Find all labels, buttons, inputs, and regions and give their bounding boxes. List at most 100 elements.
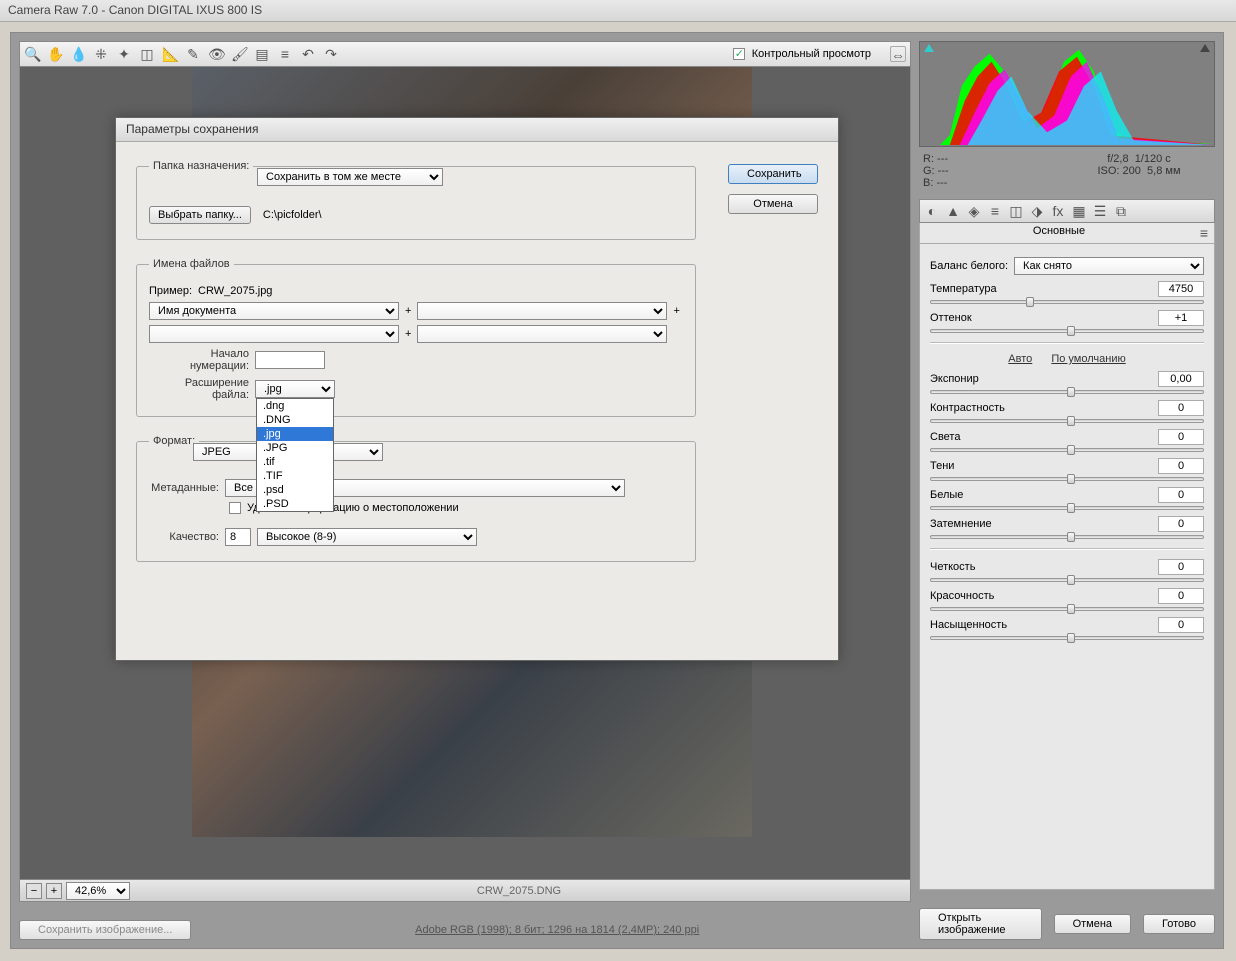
slider-Света[interactable]: Света0 bbox=[930, 429, 1204, 452]
quality-label: Качество: bbox=[149, 531, 219, 543]
default-link[interactable]: По умолчанию bbox=[1051, 353, 1125, 365]
g-val: G: --- bbox=[923, 165, 1067, 177]
temp-label: Температура bbox=[930, 283, 997, 295]
wb-select[interactable]: Как снято bbox=[1014, 257, 1204, 275]
ext-option[interactable]: .PSD bbox=[257, 497, 333, 511]
adjust-brush-icon[interactable]: 🖌 bbox=[231, 46, 247, 62]
basic-panel: Баланс белого: Как снято Температура 4750… bbox=[919, 244, 1215, 890]
prefs-icon[interactable]: ≡ bbox=[277, 46, 293, 62]
name-part-2[interactable] bbox=[417, 302, 667, 320]
calib-tab-icon[interactable]: ▦ bbox=[1071, 203, 1087, 219]
ext-option[interactable]: .TIF bbox=[257, 469, 333, 483]
save-image-button[interactable]: Сохранить изображение... bbox=[19, 920, 191, 940]
redeye-icon[interactable]: 👁 bbox=[208, 46, 224, 62]
basic-tab-icon[interactable]: ◐ bbox=[924, 203, 940, 219]
fx-tab-icon[interactable]: fx bbox=[1050, 203, 1066, 219]
hsl-tab-icon[interactable]: ≡ bbox=[987, 203, 1003, 219]
plus-2: + bbox=[673, 305, 679, 317]
ext-option[interactable]: .JPG bbox=[257, 441, 333, 455]
ext-option[interactable]: .jpg bbox=[257, 427, 333, 441]
spot-removal-icon[interactable]: ✎ bbox=[185, 46, 201, 62]
snapshots-tab-icon[interactable]: ⧉ bbox=[1113, 203, 1129, 219]
f-val: f/2,8 bbox=[1107, 153, 1128, 165]
panel-menu-icon[interactable]: ≡ bbox=[1196, 225, 1212, 241]
slider-Затемнение[interactable]: Затемнение0 bbox=[930, 516, 1204, 539]
temp-value[interactable]: 4750 bbox=[1158, 281, 1204, 297]
panel-tabs: ◐ ▲ ◈ ≡ ◫ ⬗ fx ▦ ☰ ⧉ bbox=[919, 199, 1215, 223]
slider-Четкость[interactable]: Четкость0 bbox=[930, 559, 1204, 582]
name-part-3[interactable] bbox=[149, 325, 399, 343]
names-legend: Имена файлов bbox=[149, 258, 234, 270]
ext-option[interactable]: .tif bbox=[257, 455, 333, 469]
name-part-4[interactable] bbox=[417, 325, 667, 343]
tint-label: Оттенок bbox=[930, 312, 972, 324]
slider-Экспонир[interactable]: Экспонир0,00 bbox=[930, 371, 1204, 394]
plus-1: + bbox=[405, 305, 411, 317]
rotate-cw-icon[interactable]: ↷ bbox=[323, 46, 339, 62]
numstart-input[interactable] bbox=[255, 351, 325, 369]
crop-tool-icon[interactable]: ◫ bbox=[139, 46, 155, 62]
main-toolbar: 🔍 ✋ 💧 ⁜ ✦ ◫ 📐 ✎ 👁 🖌 ▤ ≡ ↶ ↷ ✓ Контрольны… bbox=[19, 41, 911, 67]
ext-option[interactable]: .psd bbox=[257, 483, 333, 497]
dest-select[interactable]: Сохранить в том же месте bbox=[257, 168, 443, 186]
split-tab-icon[interactable]: ◫ bbox=[1008, 203, 1024, 219]
tint-slider[interactable]: Оттенок +1 bbox=[930, 310, 1204, 333]
zoom-select[interactable]: 42,6% bbox=[66, 882, 130, 900]
slider-Тени[interactable]: Тени0 bbox=[930, 458, 1204, 481]
meta-label: Метаданные: bbox=[149, 482, 219, 494]
dest-legend: Папка назначения: bbox=[149, 160, 253, 172]
panel-header: Основные ≡ bbox=[919, 223, 1215, 244]
r-val: R: --- bbox=[923, 153, 1067, 165]
histogram bbox=[919, 41, 1215, 147]
dialog-cancel-button[interactable]: Отмена bbox=[728, 194, 818, 214]
dialog-save-button[interactable]: Сохранить bbox=[728, 164, 818, 184]
quality-select[interactable]: Высокое (8-9) bbox=[257, 528, 477, 546]
preview-label: Контрольный просмотр bbox=[752, 48, 871, 60]
save-options-dialog: Параметры сохранения Сохранить Отмена Па… bbox=[115, 117, 839, 661]
name-part-1[interactable]: Имя документа bbox=[149, 302, 399, 320]
fullscreen-icon[interactable]: ⇔ bbox=[890, 46, 906, 62]
highlight-clip-icon[interactable] bbox=[1200, 44, 1210, 52]
done-button[interactable]: Готово bbox=[1143, 914, 1215, 934]
straighten-icon[interactable]: 📐 bbox=[162, 46, 178, 62]
histogram-svg bbox=[920, 42, 1214, 146]
tint-value[interactable]: +1 bbox=[1158, 310, 1204, 326]
detail-tab-icon[interactable]: ◈ bbox=[966, 203, 982, 219]
preview-checkbox[interactable]: ✓ bbox=[733, 48, 745, 60]
ext-dropdown-list[interactable]: .dng.DNG.jpg.JPG.tif.TIF.psd.PSD bbox=[256, 398, 334, 512]
slider-Красочность[interactable]: Красочность0 bbox=[930, 588, 1204, 611]
ext-option[interactable]: .dng bbox=[257, 399, 333, 413]
slider-Белые[interactable]: Белые0 bbox=[930, 487, 1204, 510]
zoom-out-button[interactable]: − bbox=[26, 883, 42, 899]
open-image-button[interactable]: Открыть изображение bbox=[919, 908, 1042, 940]
remove-loc-checkbox[interactable] bbox=[229, 502, 241, 514]
zoom-in-button[interactable]: + bbox=[46, 883, 62, 899]
auto-link[interactable]: Авто bbox=[1008, 353, 1032, 365]
target-adjust-icon[interactable]: ✦ bbox=[116, 46, 132, 62]
iso-val: ISO: 200 bbox=[1097, 165, 1140, 177]
ext-select[interactable]: .jpg bbox=[255, 380, 335, 398]
slider-Контрастность[interactable]: Контрастность0 bbox=[930, 400, 1204, 423]
dialog-title: Параметры сохранения bbox=[116, 118, 838, 142]
temp-slider[interactable]: Температура 4750 bbox=[930, 281, 1204, 304]
slider-Насыщенность[interactable]: Насыщенность0 bbox=[930, 617, 1204, 640]
rotate-ccw-icon[interactable]: ↶ bbox=[300, 46, 316, 62]
presets-tab-icon[interactable]: ☰ bbox=[1092, 203, 1108, 219]
workflow-link[interactable]: Adobe RGB (1998); 8 бит; 1296 на 1814 (2… bbox=[203, 924, 911, 936]
app-frame: 🔍 ✋ 💧 ⁜ ✦ ◫ 📐 ✎ 👁 🖌 ▤ ≡ ↶ ↷ ✓ Контрольны… bbox=[10, 32, 1224, 949]
color-sampler-icon[interactable]: ⁜ bbox=[93, 46, 109, 62]
hand-tool-icon[interactable]: ✋ bbox=[47, 46, 63, 62]
grad-filter-icon[interactable]: ▤ bbox=[254, 46, 270, 62]
lens-tab-icon[interactable]: ⬗ bbox=[1029, 203, 1045, 219]
shadow-clip-icon[interactable] bbox=[924, 44, 934, 52]
zoom-tool-icon[interactable]: 🔍 bbox=[24, 46, 40, 62]
curve-tab-icon[interactable]: ▲ bbox=[945, 203, 961, 219]
cancel-button[interactable]: Отмена bbox=[1054, 914, 1131, 934]
wb-eyedropper-icon[interactable]: 💧 bbox=[70, 46, 86, 62]
choose-folder-button[interactable]: Выбрать папку... bbox=[149, 206, 251, 224]
plus-3: + bbox=[405, 328, 411, 340]
wb-label: Баланс белого: bbox=[930, 260, 1008, 272]
quality-input[interactable] bbox=[225, 528, 251, 546]
example-label: Пример: bbox=[149, 285, 192, 297]
ext-option[interactable]: .DNG bbox=[257, 413, 333, 427]
